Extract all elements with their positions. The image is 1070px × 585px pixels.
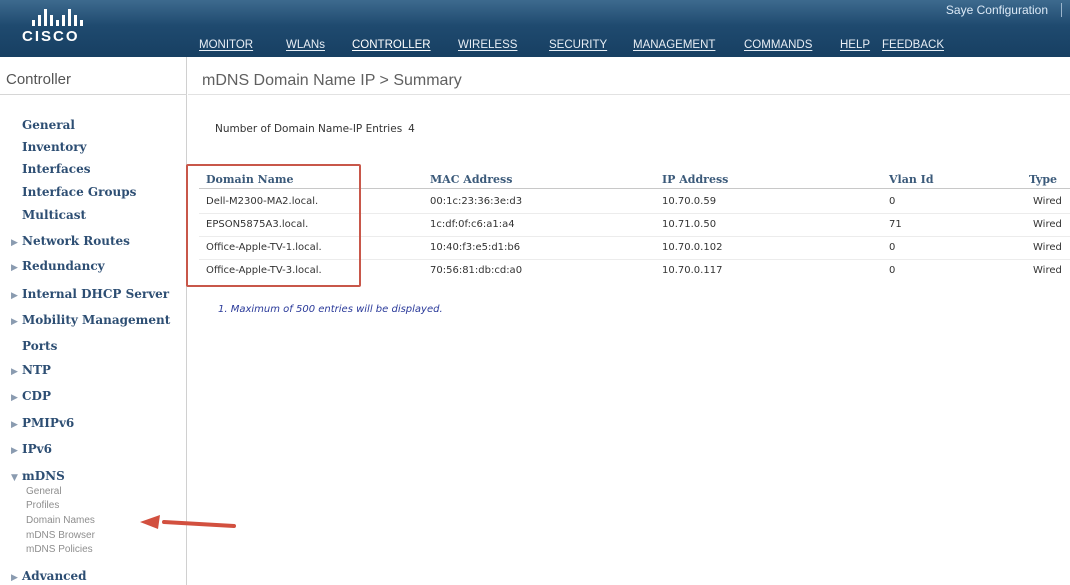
- cell-vlan-id: 0: [889, 196, 896, 207]
- sidebar-item-general[interactable]: General: [22, 118, 75, 132]
- cell-mac-address: 1c:df:0f:c6:a1:a4: [430, 219, 515, 230]
- mdns-subitem-general[interactable]: General: [26, 486, 62, 497]
- sidebar-item-ipv6[interactable]: ▶ IPv6: [11, 442, 52, 456]
- cell-mac-address: 10:40:f3:e5:d1:b6: [430, 242, 521, 253]
- cell-vlan-id: 0: [889, 242, 896, 253]
- sidebar-item-inventory[interactable]: Inventory: [22, 140, 87, 154]
- sidebar-item-interface-groups[interactable]: Interface Groups: [22, 185, 136, 199]
- sidebar-divider: [0, 94, 187, 95]
- column-header-vlan-id: Vlan Id: [889, 173, 934, 186]
- cell-ip-address: 10.70.0.59: [662, 196, 717, 207]
- cell-mac-address: 70:56:81:db:cd:a0: [430, 265, 523, 276]
- mdns-subitem-profiles[interactable]: Profiles: [26, 500, 59, 511]
- menu-security-item[interactable]: SECURITY: [549, 39, 607, 51]
- cisco-logo-bars-icon: [32, 9, 142, 26]
- sidebar-item-label: Ports: [22, 339, 58, 353]
- max-entries-note: 1. Maximum of 500 entries will be displa…: [218, 304, 443, 315]
- sidebar-item-label: Network Routes: [22, 234, 130, 248]
- menu-monitor-item[interactable]: MONITOR: [199, 39, 253, 51]
- sidebar-item-multicast[interactable]: Multicast: [22, 208, 86, 222]
- cell-vlan-id: 71: [889, 219, 902, 230]
- sidebar-item-ntp[interactable]: ▶ NTP: [11, 363, 51, 377]
- column-header-type: Type: [1029, 173, 1058, 186]
- sidebar-item-label: CDP: [22, 389, 51, 403]
- sidebar-item-label: Mobility Management: [22, 313, 171, 327]
- sidebar-item-mobility-management[interactable]: ▶ Mobility Management: [11, 313, 170, 327]
- column-header-ip-address: IP Address: [662, 173, 729, 186]
- save-configuration-link[interactable]: Saye Configuration: [946, 3, 1048, 17]
- title-divider: [188, 94, 1070, 95]
- sidebar-item-label: Advanced: [22, 569, 87, 583]
- header-separator: [1061, 3, 1062, 17]
- expand-arrow-icon: ▶: [11, 420, 18, 430]
- sidebar-item-label: General: [22, 118, 75, 132]
- cell-type: Wired: [1033, 242, 1062, 253]
- domain-name-highlight-box: [186, 164, 361, 287]
- expand-arrow-icon: ▶: [11, 263, 18, 273]
- column-header-mac-address: MAC Address: [430, 173, 513, 186]
- cell-type: Wired: [1033, 265, 1062, 276]
- sidebar-item-internal-dhcp-server[interactable]: ▶ Internal DHCP Server: [11, 287, 169, 301]
- cell-mac-address: 00:1c:23:36:3e:d3: [430, 196, 523, 207]
- sidebar-item-label: Interface Groups: [22, 185, 137, 199]
- entry-count-label: Number of Domain Name-IP Entries: [215, 123, 403, 135]
- collapse-arrow-icon: ▼: [11, 473, 18, 483]
- cell-ip-address: 10.70.0.102: [662, 242, 723, 253]
- expand-arrow-icon: ▶: [11, 573, 18, 583]
- expand-arrow-icon: ▶: [11, 393, 18, 403]
- mdns-subitem-domain-names[interactable]: Domain Names: [26, 515, 95, 526]
- mdns-subitem-mdns-browser[interactable]: mDNS Browser: [26, 530, 95, 541]
- menu-row: MONITOR WLANs CONTROLLER WIRELESS SECURI…: [0, 39, 1070, 55]
- menu-controller-item[interactable]: CONTROLLER: [352, 39, 431, 51]
- cell-type: Wired: [1033, 196, 1062, 207]
- expand-arrow-icon: ▶: [11, 238, 18, 248]
- expand-arrow-icon: ▶: [11, 317, 18, 327]
- expand-arrow-icon: ▶: [11, 291, 18, 301]
- sidebar-item-interfaces[interactable]: Interfaces: [22, 162, 90, 176]
- expand-arrow-icon: ▶: [11, 446, 18, 456]
- sidebar-item-cdp[interactable]: ▶ CDP: [11, 389, 51, 403]
- menu-wlans-item[interactable]: WLANs: [286, 39, 325, 51]
- sidebar-item-label: PMIPv6: [22, 416, 75, 430]
- annotation-arrow-icon: [140, 515, 236, 529]
- menu-wireless-item[interactable]: WIRELESS: [458, 39, 517, 51]
- menu-management-item[interactable]: MANAGEMENT: [633, 39, 715, 51]
- menu-commands-item[interactable]: COMMANDS: [744, 39, 812, 51]
- entry-count: Number of Domain Name-IP Entries 4: [215, 123, 415, 135]
- sidebar-item-label: Multicast: [22, 208, 87, 222]
- menu-feedback-item[interactable]: FEEDBACK: [882, 39, 944, 51]
- sidebar-item-ports[interactable]: Ports: [22, 339, 57, 353]
- expand-arrow-icon: ▶: [11, 367, 18, 377]
- sidebar-item-label: Inventory: [22, 140, 87, 154]
- cell-ip-address: 10.71.0.50: [662, 219, 717, 230]
- sidebar-item-redundancy[interactable]: ▶ Redundancy: [11, 259, 105, 273]
- sidebar-item-label: Redundancy: [22, 259, 105, 273]
- menu-help-item[interactable]: HELP: [840, 39, 870, 51]
- sidebar-title: Controller: [6, 71, 72, 88]
- sidebar-item-pmipv6[interactable]: ▶ PMIPv6: [11, 416, 74, 430]
- sidebar-item-label: mDNS: [22, 469, 65, 483]
- cell-ip-address: 10.70.0.117: [662, 265, 723, 276]
- page-title: mDNS Domain Name IP > Summary: [202, 72, 462, 89]
- sidebar-item-label: Interfaces: [22, 162, 91, 176]
- cell-vlan-id: 0: [889, 265, 896, 276]
- sidebar-item-network-routes[interactable]: ▶ Network Routes: [11, 234, 130, 248]
- sidebar-item-mdns[interactable]: ▼ mDNS: [11, 469, 65, 483]
- mdns-subitem-mdns-policies[interactable]: mDNS Policies: [26, 544, 93, 555]
- sidebar-item-label: IPv6: [22, 442, 52, 456]
- sidebar-item-label: NTP: [22, 363, 51, 377]
- cell-type: Wired: [1033, 219, 1062, 230]
- sidebar-item-label: Internal DHCP Server: [22, 287, 170, 301]
- entry-count-value: 4: [408, 123, 415, 135]
- sidebar-item-advanced[interactable]: ▶ Advanced: [11, 569, 87, 583]
